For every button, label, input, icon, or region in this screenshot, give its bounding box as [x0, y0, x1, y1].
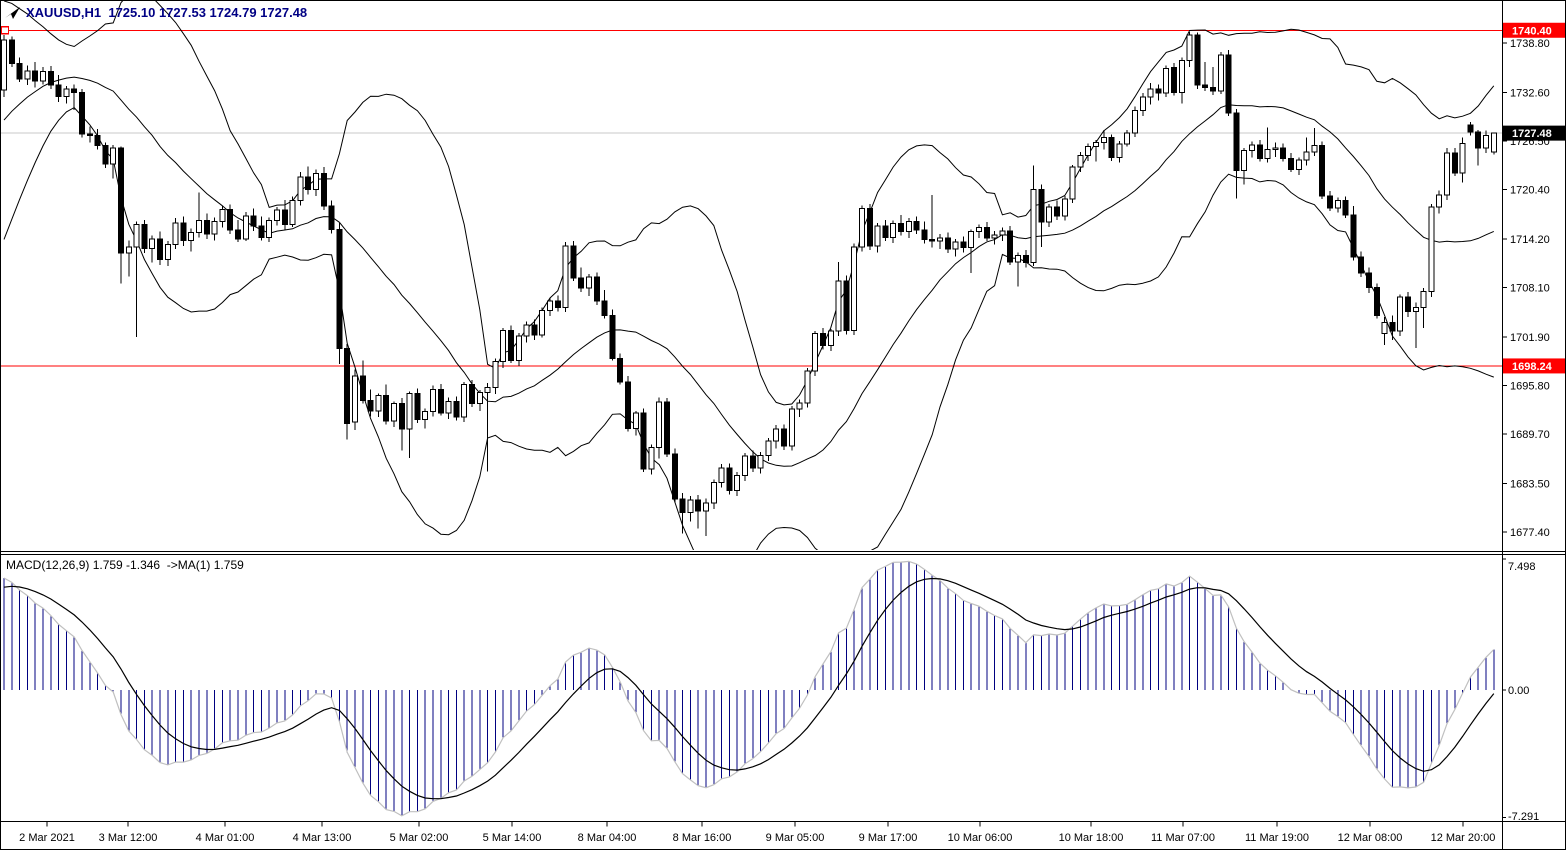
- price-scale[interactable]: 1738.801732.601726.501720.401714.201708.…: [1502, 38, 1550, 823]
- time-tick-label: 11 Mar 07:00: [1151, 832, 1215, 844]
- chart-canvas[interactable]: 1738.801732.601726.501720.401714.201708.…: [0, 0, 1566, 850]
- current-price-tag-text: 1727.48: [1512, 128, 1552, 140]
- candlestick-series: [2, 32, 1497, 536]
- macd-indicator-pane[interactable]: [4, 561, 1494, 815]
- price-tags: 1740.40 1698.24 1727.48: [1503, 23, 1565, 374]
- hline-price-tag-text: 1698.24: [1512, 361, 1553, 373]
- hline-price-tag-text: 1740.40: [1512, 25, 1552, 37]
- time-tick-label: 8 Mar 04:00: [578, 832, 637, 844]
- time-tick-label: 12 Mar 20:00: [1431, 832, 1496, 844]
- symbol-ohlc-text: XAUUSD,H1 1725.10 1727.53 1724.79 1727.4…: [26, 5, 307, 20]
- bollinger-lower-band: [4, 108, 1494, 582]
- macd-histogram: [4, 561, 1494, 815]
- bollinger-upper-band: [4, 0, 1494, 405]
- time-scale[interactable]: 2 Mar 2021 3 Mar 12:00 4 Mar 01:00 4 Mar 13…: [19, 822, 1495, 845]
- price-tick-label: 1708.10: [1510, 282, 1550, 294]
- pane-separators: [0, 0, 1566, 850]
- price-tick-label: 1677.40: [1510, 527, 1550, 539]
- time-tick-label: 10 Mar 18:00: [1059, 832, 1124, 844]
- time-tick-label: 9 Mar 05:00: [766, 832, 825, 844]
- symbol-ohlc-label: XAUUSD,H1 1725.10 1727.53 1724.79 1727.4…: [4, 5, 307, 20]
- time-tick-label: 10 Mar 06:00: [948, 832, 1013, 844]
- macd-indicator-label: MACD(12,26,9) 1.759 -1.346 ->MA(1) 1.759: [6, 558, 244, 572]
- price-tick-label: 1732.60: [1510, 87, 1550, 99]
- time-tick-label: 5 Mar 14:00: [483, 832, 542, 844]
- price-tick-label: 1689.70: [1510, 429, 1550, 441]
- macd-tick-label: 0.00: [1508, 685, 1529, 697]
- time-tick-label: 2 Mar 2021: [19, 832, 75, 844]
- price-tick-label: 1720.40: [1510, 184, 1550, 196]
- time-tick-label: 9 Mar 17:00: [859, 832, 918, 844]
- macd-tick-label: -7.291: [1508, 811, 1539, 823]
- macd-signal-line: [4, 579, 1494, 799]
- time-tick-label: 8 Mar 16:00: [673, 832, 732, 844]
- price-tick-label: 1683.50: [1510, 478, 1550, 490]
- bollinger-middle-band: [4, 77, 1494, 466]
- price-tick-label: 1695.80: [1510, 380, 1550, 392]
- time-tick-label: 4 Mar 01:00: [196, 832, 255, 844]
- time-tick-label: 5 Mar 02:00: [390, 832, 449, 844]
- price-tick-label: 1701.90: [1510, 332, 1550, 344]
- time-tick-label: 4 Mar 13:00: [293, 832, 352, 844]
- main-price-pane[interactable]: [0, 0, 1502, 581]
- price-tick-label: 1738.80: [1510, 38, 1550, 50]
- macd-ma1-envelope-line: [4, 561, 1494, 815]
- time-tick-label: 12 Mar 08:00: [1338, 832, 1403, 844]
- macd-tick-label: 7.498: [1508, 561, 1536, 573]
- hline-drag-marker[interactable]: [2, 27, 9, 34]
- chart-arrow-icon: [4, 6, 22, 20]
- time-tick-label: 3 Mar 12:00: [99, 832, 158, 844]
- time-tick-label: 11 Mar 19:00: [1245, 832, 1309, 844]
- price-tick-label: 1714.20: [1510, 234, 1550, 246]
